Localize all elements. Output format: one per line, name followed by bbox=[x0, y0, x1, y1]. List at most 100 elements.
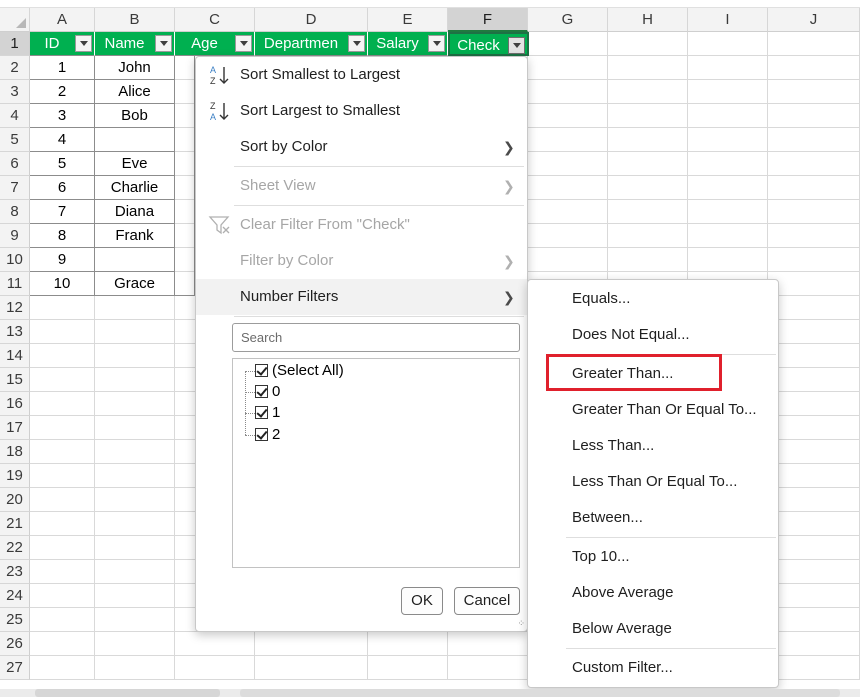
row-header[interactable]: 10 bbox=[0, 248, 30, 272]
grid-cell[interactable] bbox=[95, 608, 175, 632]
row-header[interactable]: 17 bbox=[0, 416, 30, 440]
grid-cell[interactable] bbox=[30, 536, 95, 560]
grid-cell[interactable] bbox=[688, 200, 768, 224]
filter-dropdown-button[interactable] bbox=[75, 35, 92, 52]
grid-cell[interactable] bbox=[528, 128, 608, 152]
row-header[interactable]: 3 bbox=[0, 80, 30, 104]
column-header-a[interactable]: A bbox=[30, 8, 95, 32]
cell-id[interactable]: 3 bbox=[30, 104, 95, 128]
grid-cell[interactable] bbox=[768, 344, 860, 368]
submenu-item-above-average[interactable]: Above Average bbox=[528, 575, 778, 611]
grid-cell[interactable] bbox=[768, 200, 860, 224]
select-all-corner[interactable] bbox=[0, 8, 30, 32]
checkbox-checked-icon[interactable] bbox=[255, 428, 268, 441]
grid-cell[interactable] bbox=[30, 560, 95, 584]
row-header[interactable]: 21 bbox=[0, 512, 30, 536]
grid-cell[interactable] bbox=[95, 656, 175, 680]
row-header[interactable]: 22 bbox=[0, 536, 30, 560]
submenu-item-less-than[interactable]: Less Than... bbox=[528, 428, 778, 464]
grid-cell[interactable] bbox=[768, 56, 860, 80]
grid-cell[interactable] bbox=[368, 632, 448, 656]
filter-dropdown-button-active[interactable] bbox=[508, 37, 525, 54]
submenu-item-below-average[interactable]: Below Average bbox=[528, 611, 778, 647]
grid-cell[interactable] bbox=[528, 200, 608, 224]
header-cell-check[interactable]: Check bbox=[448, 32, 529, 56]
column-header-g[interactable]: G bbox=[528, 8, 608, 32]
grid-cell[interactable] bbox=[768, 296, 860, 320]
grid-cell[interactable] bbox=[95, 344, 175, 368]
grid-cell[interactable] bbox=[768, 272, 860, 296]
cell-id[interactable]: 1 bbox=[30, 56, 95, 80]
grid-cell[interactable] bbox=[30, 392, 95, 416]
cell-id[interactable]: 8 bbox=[30, 224, 95, 248]
row-header[interactable]: 5 bbox=[0, 128, 30, 152]
grid-cell[interactable] bbox=[30, 416, 95, 440]
header-cell-salary[interactable]: Salary bbox=[368, 32, 448, 56]
row-header[interactable]: 16 bbox=[0, 392, 30, 416]
grid-cell[interactable] bbox=[528, 224, 608, 248]
cell-name[interactable]: Bob bbox=[95, 104, 175, 128]
row-header[interactable]: 13 bbox=[0, 320, 30, 344]
grid-cell[interactable] bbox=[30, 464, 95, 488]
grid-cell[interactable] bbox=[608, 200, 688, 224]
grid-cell[interactable] bbox=[175, 632, 255, 656]
column-header-b[interactable]: B bbox=[95, 8, 175, 32]
sort-by-color-item[interactable]: Sort by Color ❯ bbox=[196, 129, 527, 165]
grid-cell[interactable] bbox=[30, 584, 95, 608]
grid-cell[interactable] bbox=[95, 416, 175, 440]
grid-cell[interactable] bbox=[30, 656, 95, 680]
column-header-e[interactable]: E bbox=[368, 8, 448, 32]
grid-cell[interactable] bbox=[688, 80, 768, 104]
row-header[interactable]: 18 bbox=[0, 440, 30, 464]
grid-cell[interactable] bbox=[528, 80, 608, 104]
grid-cell[interactable] bbox=[175, 656, 255, 680]
column-header-d[interactable]: D bbox=[255, 8, 368, 32]
grid-cell[interactable] bbox=[95, 440, 175, 464]
cell-name[interactable]: Eve bbox=[95, 152, 175, 176]
row-header[interactable]: 19 bbox=[0, 464, 30, 488]
submenu-item-top-10[interactable]: Top 10... bbox=[528, 539, 778, 575]
grid-cell[interactable] bbox=[95, 584, 175, 608]
column-header-j[interactable]: J bbox=[768, 8, 860, 32]
grid-cell[interactable] bbox=[688, 104, 768, 128]
horizontal-scrollbar[interactable] bbox=[240, 689, 840, 697]
filter-dropdown-button[interactable] bbox=[235, 35, 252, 52]
submenu-item-between[interactable]: Between... bbox=[528, 500, 778, 536]
grid-cell[interactable] bbox=[608, 152, 688, 176]
submenu-item-does-not-equal[interactable]: Does Not Equal... bbox=[528, 317, 778, 353]
grid-cell[interactable] bbox=[768, 104, 860, 128]
grid-cell[interactable] bbox=[688, 224, 768, 248]
filter-by-color-item[interactable]: Filter by Color ❯ bbox=[196, 243, 527, 279]
sort-descending-item[interactable]: Z A Sort Largest to Smallest bbox=[196, 93, 527, 129]
grid-cell[interactable] bbox=[528, 176, 608, 200]
row-header[interactable]: 23 bbox=[0, 560, 30, 584]
grid-cell[interactable] bbox=[768, 368, 860, 392]
grid-cell[interactable] bbox=[255, 656, 368, 680]
filter-dropdown-button[interactable] bbox=[348, 35, 365, 52]
cell-name[interactable]: John bbox=[95, 56, 175, 80]
row-header[interactable]: 14 bbox=[0, 344, 30, 368]
row-header[interactable]: 12 bbox=[0, 296, 30, 320]
grid-cell[interactable] bbox=[688, 248, 768, 272]
column-header-i[interactable]: I bbox=[688, 8, 768, 32]
grid-cell[interactable] bbox=[768, 248, 860, 272]
grid-cell[interactable] bbox=[448, 656, 528, 680]
cell-name[interactable]: Charlie bbox=[95, 176, 175, 200]
row-header[interactable]: 1 bbox=[0, 32, 30, 56]
grid-cell[interactable] bbox=[608, 56, 688, 80]
grid-cell[interactable] bbox=[768, 80, 860, 104]
cell-id[interactable]: 4 bbox=[30, 128, 95, 152]
grid-cell[interactable] bbox=[30, 512, 95, 536]
grid-cell[interactable] bbox=[768, 32, 860, 56]
grid-cell[interactable] bbox=[768, 152, 860, 176]
list-item[interactable]: 2 bbox=[255, 425, 495, 445]
row-header[interactable]: 25 bbox=[0, 608, 30, 632]
ok-button[interactable]: OK bbox=[401, 587, 443, 615]
grid-cell[interactable] bbox=[95, 368, 175, 392]
row-header[interactable]: 27 bbox=[0, 656, 30, 680]
grid-cell[interactable] bbox=[30, 488, 95, 512]
header-cell-name[interactable]: Name bbox=[95, 32, 175, 56]
column-header-c[interactable]: C bbox=[175, 8, 255, 32]
grid-cell[interactable] bbox=[768, 512, 860, 536]
grid-cell[interactable] bbox=[95, 488, 175, 512]
